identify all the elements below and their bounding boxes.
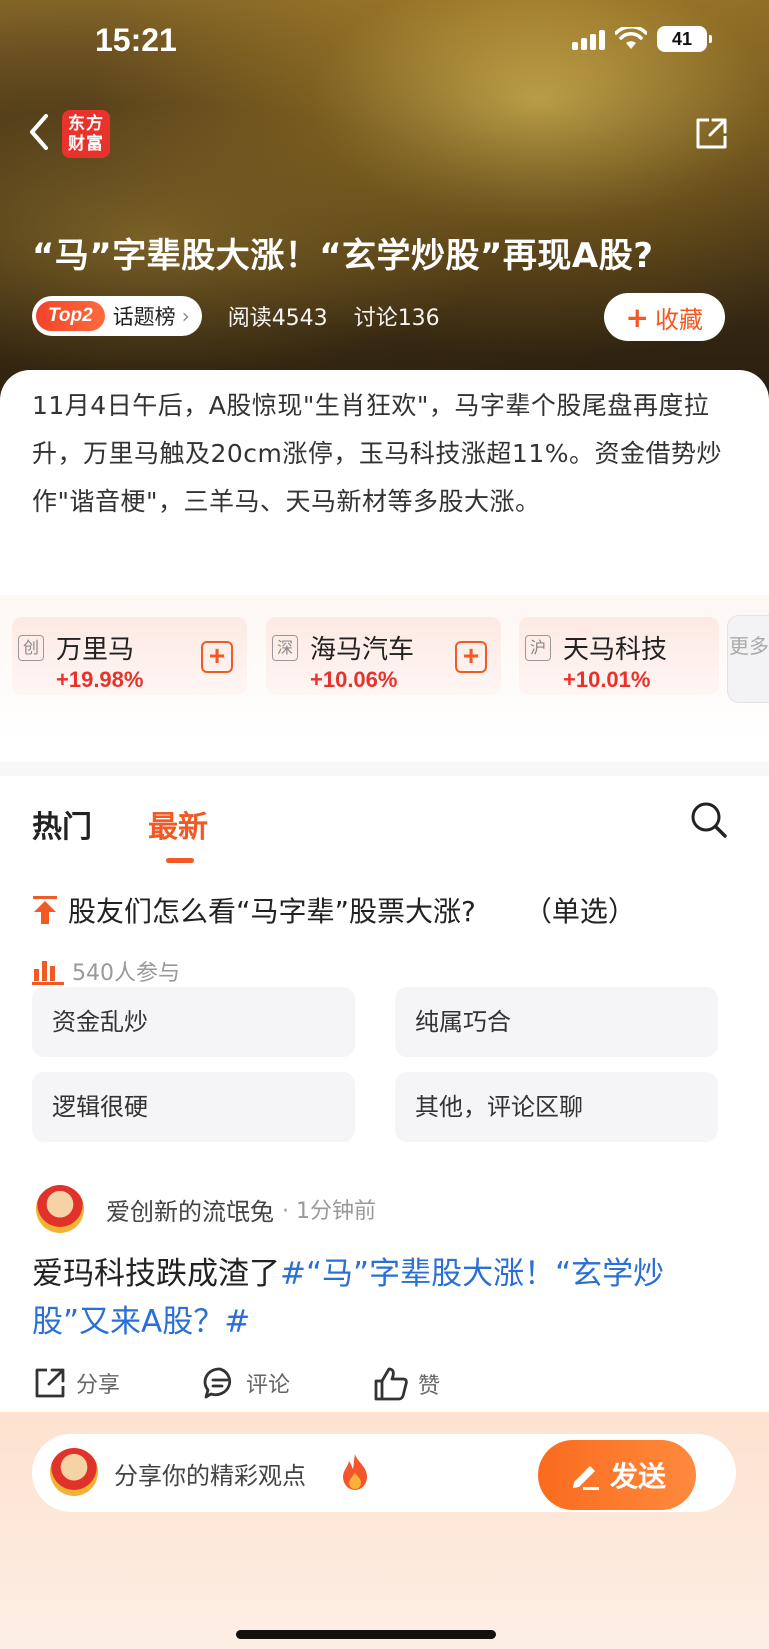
tab-hot[interactable]: 热门 [32,802,92,846]
status-icons: 41 [572,26,712,52]
pencil-icon [572,1466,599,1490]
add-watchlist-icon[interactable]: + [455,641,487,673]
rank-badge: Top2 [36,301,105,331]
username[interactable]: 爱创新的流氓兔 [106,1192,274,1227]
stock-name: 万里马 [56,635,135,665]
avatar[interactable] [36,1185,84,1233]
poll-participants: 540人参与 [32,955,180,987]
status-bar: 15:21 41 [0,18,769,62]
top-nav: 东方 财富 [0,102,769,162]
topic-description: 11月4日午后，A股惊现"生肖狂欢"，马字辈个股尾盘再度拉升，万里马触及20cm… [32,391,722,516]
stock-change: +19.98% [56,667,144,692]
more-stocks-button[interactable]: 更多 [727,615,769,703]
app-logo: 东方 财富 [62,110,110,158]
topic-board-label: 话题榜 [112,305,176,329]
pin-top-icon [33,896,57,924]
poll-option[interactable]: 纯属巧合 [395,987,718,1057]
topic-meta: Top2 话题榜 › 阅读4543 讨论136 [32,296,440,336]
poll-option[interactable]: 资金乱炒 [32,987,355,1057]
wifi-icon [615,27,647,49]
bar-chart-icon [32,961,64,985]
share-icon [35,1368,65,1398]
avatar [50,1448,98,1496]
status-time: 15:21 [95,22,177,58]
share-icon[interactable] [693,116,729,152]
comment-placeholder: 分享你的精彩观点 [114,1462,306,1490]
thumbs-up-icon [374,1367,408,1401]
exchange-badge: 深 [272,635,298,661]
battery-icon: 41 [657,26,712,52]
exchange-badge: 沪 [525,635,551,661]
fire-icon [343,1454,367,1490]
discussion-count: 讨论136 [353,306,440,331]
search-icon[interactable] [689,800,729,840]
read-count: 阅读4543 [227,306,328,331]
back-arrow-icon[interactable] [24,112,54,152]
poll-option[interactable]: 逻辑很硬 [32,1072,355,1142]
comment-button[interactable]: 评论 [202,1365,290,1401]
post-text: 爱玛科技跌成渣了 [32,1256,280,1292]
home-indicator [236,1630,496,1639]
stock-change: +10.01% [563,667,651,692]
page-title: “马”字辈股大涨！“玄学炒股”再现A股? [32,236,654,276]
post-actions: 分享 评论 赞 [32,1365,732,1409]
post-content[interactable]: 爱玛科技跌成渣了#“马”字辈股大涨！“玄学炒股”又来A股？# [32,1250,732,1346]
stock-card[interactable]: 深 海马汽车 +10.06% + [266,617,501,695]
post-author[interactable]: 爱创新的流氓兔 · 1分钟前 [36,1185,376,1233]
chevron-right-icon: › [181,304,190,328]
stock-name: 天马科技 [563,635,668,665]
topic-rank-pill[interactable]: Top2 话题榜 › [32,296,202,336]
feed-tabs: 热门 最新 [0,776,769,866]
poll-mode: （单选） [523,895,636,928]
related-stocks: 创 万里马 +19.98% + 深 海马汽车 +10.06% + 沪 天马科技 … [0,595,769,745]
share-button[interactable]: 分享 [32,1365,120,1401]
send-button[interactable]: 发送 [538,1440,696,1510]
stock-name: 海马汽车 [310,635,415,665]
stock-card[interactable]: 沪 天马科技 +10.01% [519,617,719,695]
add-watchlist-icon[interactable]: + [201,641,233,673]
plus-icon: + [625,300,649,334]
active-tab-indicator [166,858,194,863]
section-divider [0,762,769,776]
poll-option[interactable]: 其他，评论区聊 [395,1072,718,1142]
stock-change: +10.06% [310,667,398,692]
collect-button[interactable]: + 收藏 [603,293,725,341]
post-time: · 1分钟前 [282,1199,376,1224]
comment-icon [203,1367,232,1399]
poll-question: 股友们怎么看“马字辈”股票大涨? （单选） [32,890,636,930]
stock-card[interactable]: 创 万里马 +19.98% + [12,617,247,695]
exchange-badge: 创 [18,635,44,661]
like-button[interactable]: 赞 [372,1365,440,1403]
tab-latest[interactable]: 最新 [148,802,208,846]
signal-icon [572,28,605,50]
bottom-bar: 分享你的精彩观点 发送 [0,1412,769,1649]
